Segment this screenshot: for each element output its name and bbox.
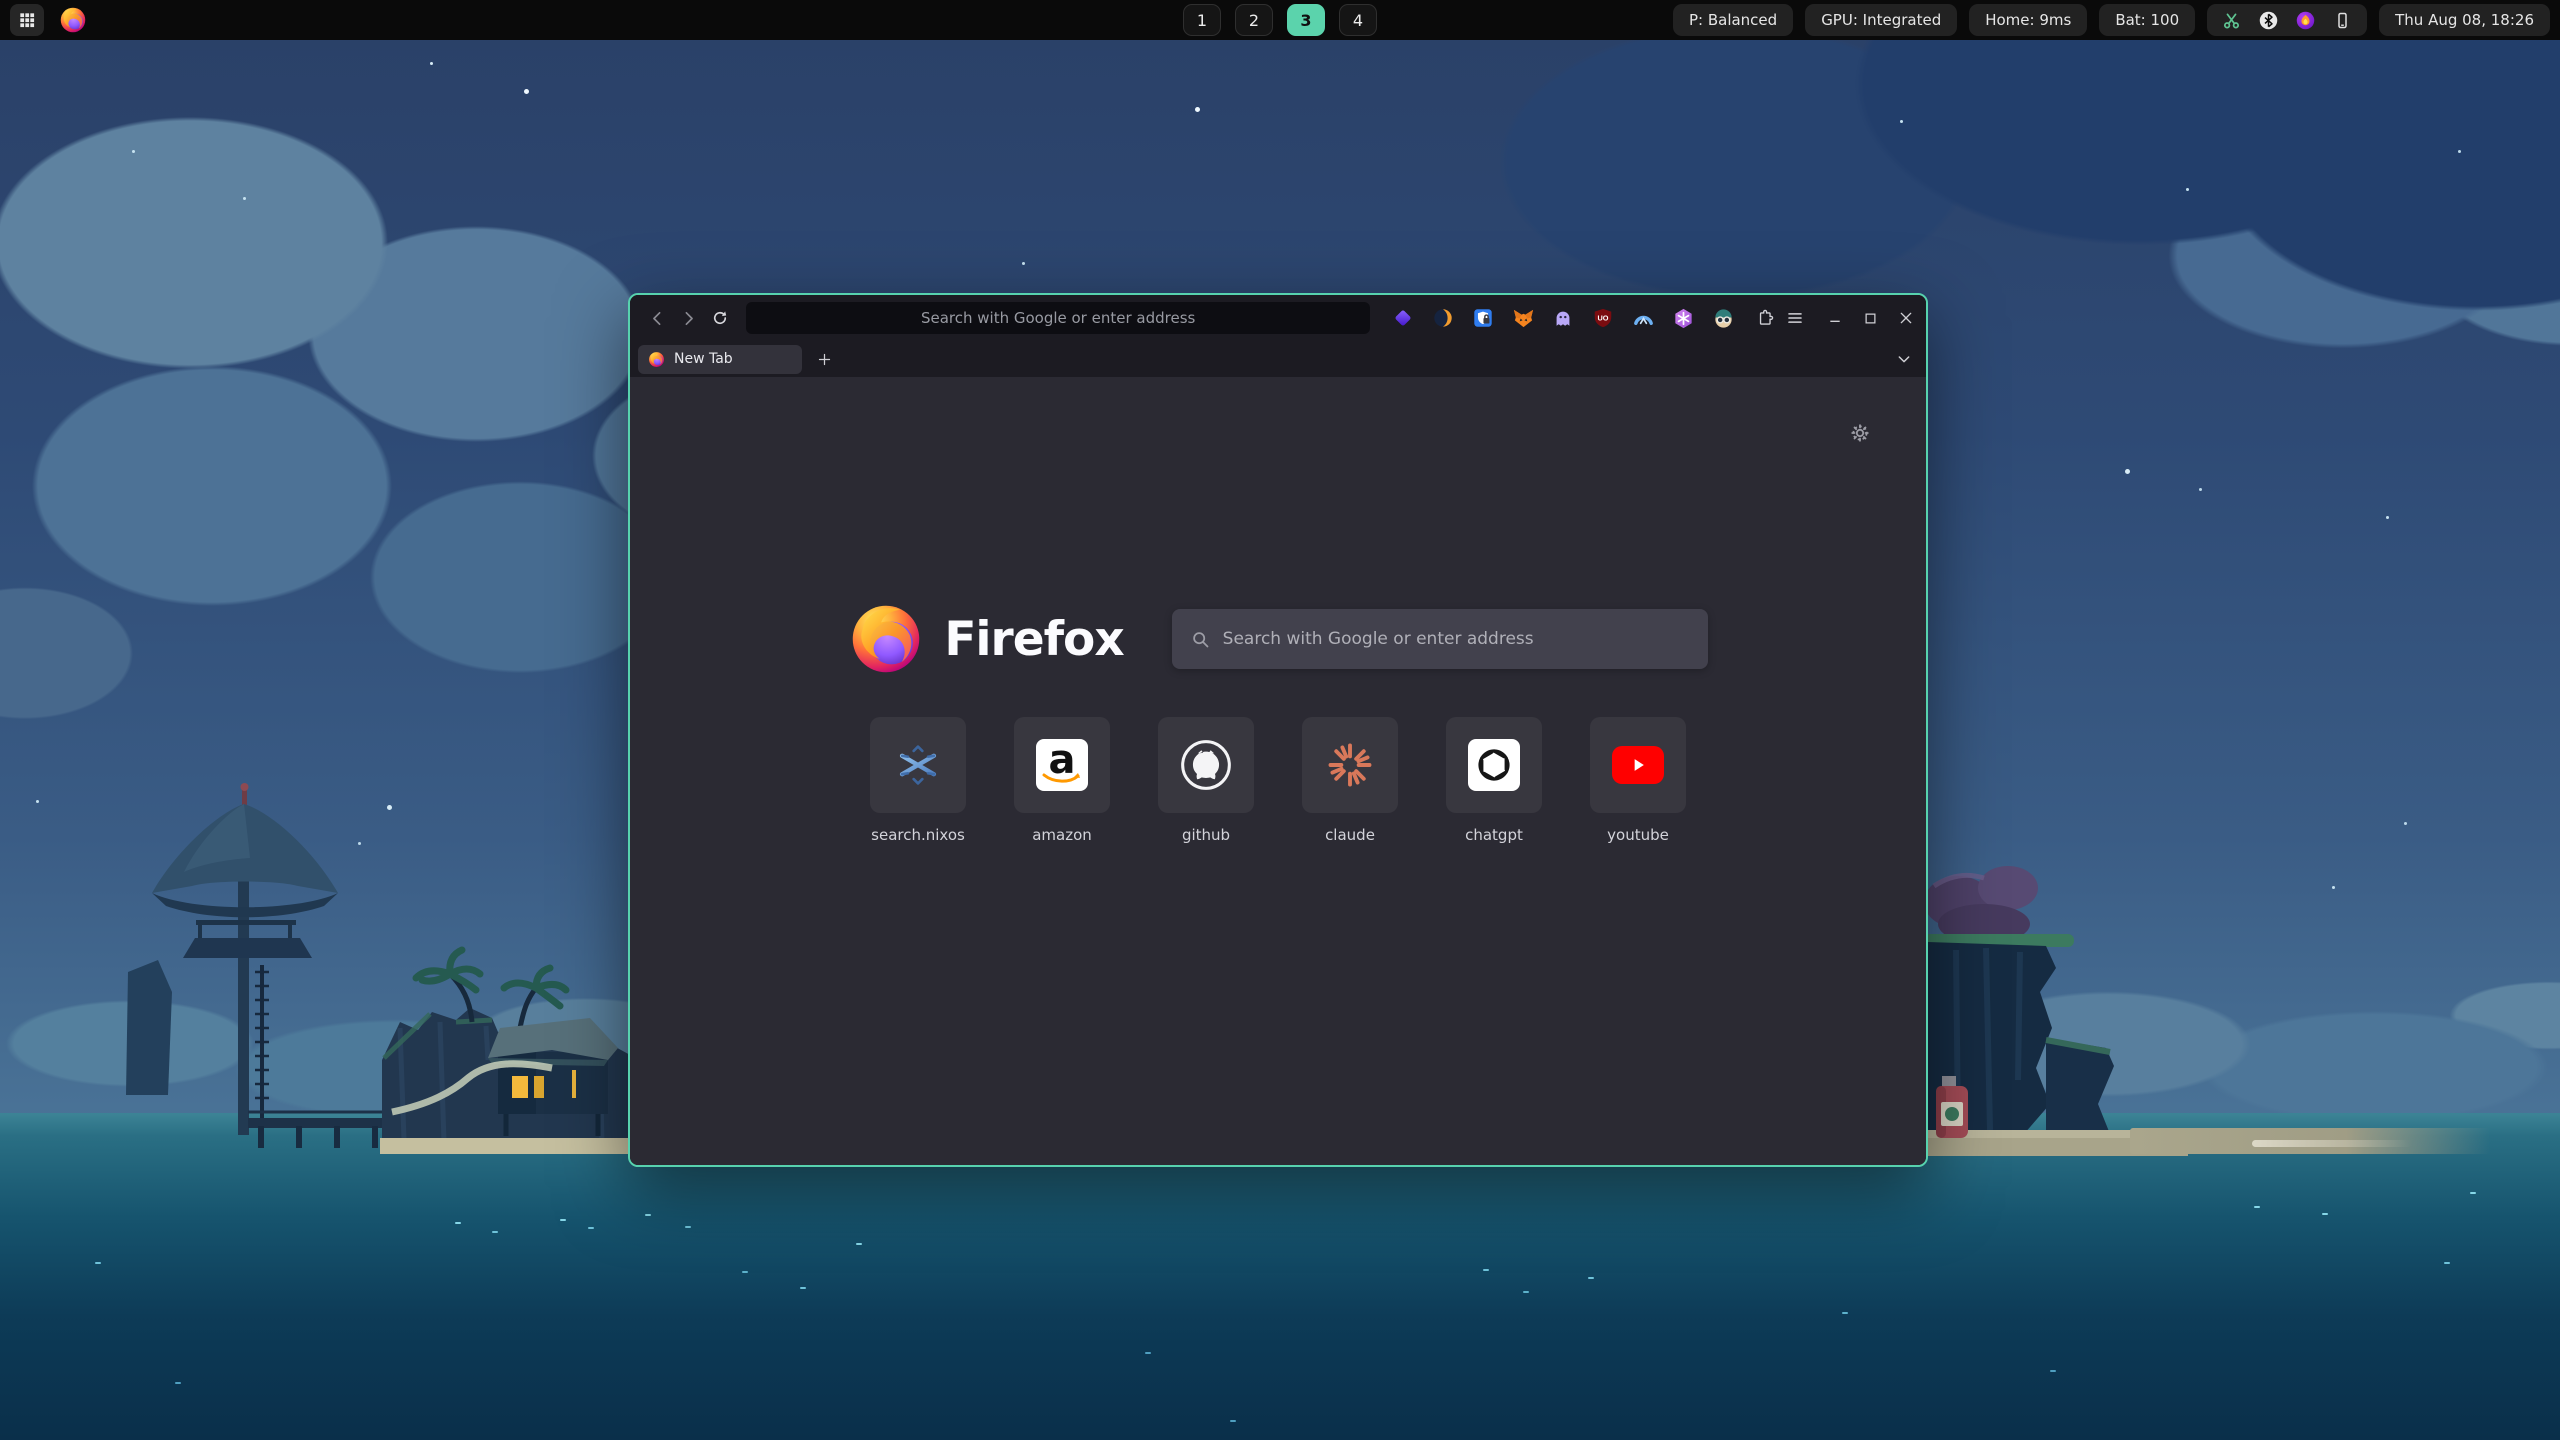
bluetooth-icon[interactable] <box>2258 10 2279 31</box>
tab-title: New Tab <box>674 351 733 367</box>
shortcut-amazon[interactable]: a amazon <box>1014 717 1110 844</box>
chevron-down-icon <box>1896 351 1912 367</box>
youtube-play-icon <box>1612 746 1664 784</box>
extension-icons: UO <box>1390 305 1736 331</box>
extensions-puzzle-button[interactable] <box>1748 302 1779 334</box>
app-launcher-button[interactable] <box>10 4 44 36</box>
new-tab-button[interactable] <box>810 345 838 373</box>
new-tab-page: Firefox <box>630 377 1926 1165</box>
shortcut-label: amazon <box>1032 826 1092 844</box>
app-menu-button[interactable] <box>1780 302 1811 334</box>
openai-knot-icon <box>1468 739 1520 791</box>
shortcut-tiles: search.nixos a amazon <box>630 717 1926 844</box>
window-controls <box>1827 310 1914 326</box>
workspace-1[interactable]: 1 <box>1183 4 1221 36</box>
newtab-search-input[interactable] <box>1223 629 1690 649</box>
plus-icon <box>817 352 832 367</box>
ublock-origin-extension-icon[interactable]: UO <box>1590 305 1616 331</box>
reload-button[interactable] <box>705 302 736 334</box>
firefox-window: UO <box>628 293 1928 1167</box>
back-button[interactable] <box>642 302 673 334</box>
shortcut-label: search.nixos <box>871 826 965 844</box>
desktop: 1 2 3 4 P: Balanced GPU: Integrated Home… <box>0 0 2560 1440</box>
search-icon <box>1190 629 1211 650</box>
scissors-icon[interactable] <box>2221 10 2242 31</box>
gear-icon <box>1848 421 1872 445</box>
shortcut-youtube[interactable]: youtube <box>1590 717 1686 844</box>
forward-button[interactable] <box>673 302 704 334</box>
firefox-favicon <box>648 351 665 368</box>
shortcut-label: youtube <box>1607 826 1669 844</box>
password-shield-extension-icon[interactable] <box>1470 305 1496 331</box>
shortcut-label: claude <box>1325 826 1375 844</box>
spy-face-extension-icon[interactable] <box>1710 305 1736 331</box>
power-profile-module: P: Balanced <box>1673 4 1793 36</box>
surf-line <box>2252 1140 2412 1147</box>
phone-icon[interactable] <box>2332 10 2353 31</box>
vpn-arc-extension-icon[interactable] <box>1630 305 1656 331</box>
firefox-launcher-button[interactable] <box>56 4 90 36</box>
nix-hexagon-extension-icon[interactable] <box>1670 305 1696 331</box>
firefox-wordmark: Firefox <box>944 612 1123 667</box>
clock-module: Thu Aug 08, 18:26 <box>2379 4 2550 36</box>
ping-module: Home: 9ms <box>1969 4 2087 36</box>
personalize-button[interactable] <box>1844 417 1876 449</box>
workspace-3-active[interactable]: 3 <box>1287 4 1325 36</box>
url-input[interactable] <box>746 302 1370 334</box>
system-tray <box>2207 4 2367 36</box>
amazon-icon: a <box>1036 739 1088 791</box>
shortcut-search-nixos[interactable]: search.nixos <box>870 717 966 844</box>
close-button[interactable] <box>1898 310 1914 326</box>
workspace-switcher: 1 2 3 4 <box>1183 4 1377 36</box>
claude-starburst-icon <box>1324 739 1376 791</box>
flame-icon[interactable] <box>2295 10 2316 31</box>
cliff-island-art <box>1928 840 2188 1170</box>
app-grid-icon <box>17 10 37 30</box>
navigation-toolbar: UO <box>630 295 1926 341</box>
list-all-tabs-button[interactable] <box>1890 345 1918 373</box>
metamask-fox-extension-icon[interactable] <box>1510 305 1536 331</box>
gpu-module: GPU: Integrated <box>1805 4 1957 36</box>
firefox-hero: Firefox <box>630 599 1926 679</box>
tab-new-tab[interactable]: New Tab <box>638 345 802 374</box>
topbar-right: P: Balanced GPU: Integrated Home: 9ms Ba… <box>1673 4 2550 36</box>
workspace-4[interactable]: 4 <box>1339 4 1377 36</box>
shortcut-label: chatgpt <box>1465 826 1523 844</box>
orange-moon-extension-icon[interactable] <box>1430 305 1456 331</box>
top-status-bar: 1 2 3 4 P: Balanced GPU: Integrated Home… <box>0 0 2560 40</box>
shortcut-github[interactable]: github <box>1158 717 1254 844</box>
ublock-letters: UO <box>1598 313 1609 322</box>
firefox-logo-large <box>848 601 924 677</box>
firefox-icon <box>59 6 87 34</box>
maximize-button[interactable] <box>1863 311 1878 326</box>
shortcut-chatgpt[interactable]: chatgpt <box>1446 717 1542 844</box>
nixos-snowflake-icon <box>892 739 944 791</box>
hamburger-icon <box>1786 309 1804 327</box>
minimize-button[interactable] <box>1827 310 1843 326</box>
tab-bar: New Tab <box>630 341 1926 377</box>
topbar-left <box>10 4 90 36</box>
newtab-search-bar <box>1172 609 1708 669</box>
purple-diamond-extension-icon[interactable] <box>1390 305 1416 331</box>
github-octocat-icon <box>1178 737 1234 793</box>
watchtower-island-art <box>100 760 660 1170</box>
shortcut-label: github <box>1182 826 1230 844</box>
url-bar <box>746 302 1370 334</box>
battery-module: Bat: 100 <box>2099 4 2195 36</box>
ghostery-ghost-extension-icon[interactable] <box>1550 305 1576 331</box>
shortcut-claude[interactable]: claude <box>1302 717 1398 844</box>
workspace-2[interactable]: 2 <box>1235 4 1273 36</box>
